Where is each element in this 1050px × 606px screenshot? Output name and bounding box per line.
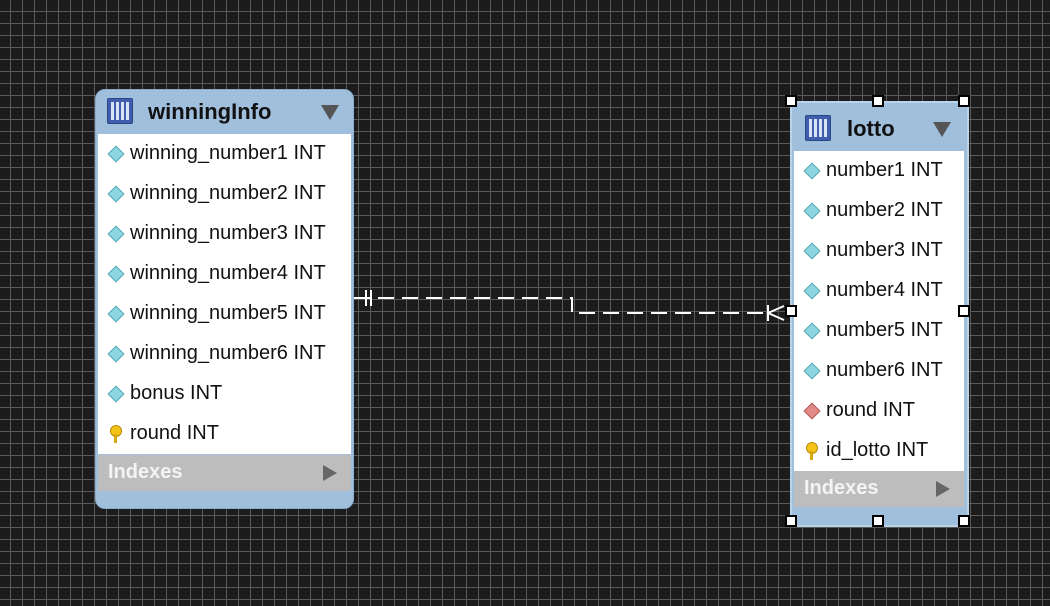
collapse-arrow-icon[interactable] — [933, 122, 951, 137]
resize-handle-top-left[interactable] — [785, 95, 797, 107]
primary-key-icon — [109, 425, 122, 443]
relationship-path — [354, 297, 768, 314]
column-row[interactable]: number1 INT — [794, 151, 964, 191]
column-label: winning_number3 INT — [130, 222, 326, 244]
diamond-icon — [107, 265, 125, 283]
column-label: winning_number5 INT — [130, 302, 326, 324]
column-label: number4 INT — [826, 279, 943, 301]
column-label: round INT — [826, 399, 915, 421]
expand-arrow-icon[interactable] — [936, 481, 950, 497]
resize-handle-left[interactable] — [785, 305, 797, 317]
column-label: number2 INT — [826, 199, 943, 221]
column-row[interactable]: winning_number4 INT — [98, 254, 351, 294]
table-title: winningInfo — [148, 99, 272, 124]
column-row[interactable]: winning_number2 INT — [98, 174, 351, 214]
column-row[interactable]: winning_number5 INT — [98, 294, 351, 334]
table-header[interactable]: winningInfo — [96, 90, 353, 132]
table-title: lotto — [847, 116, 895, 141]
diamond-icon — [107, 185, 125, 203]
column-row[interactable]: number4 INT — [794, 271, 964, 311]
column-row[interactable]: bonus INT — [98, 374, 351, 414]
column-row[interactable]: winning_number6 INT — [98, 334, 351, 374]
column-label: winning_number2 INT — [130, 182, 326, 204]
column-label: number5 INT — [826, 319, 943, 341]
diamond-icon — [803, 362, 821, 380]
column-label: bonus INT — [130, 382, 223, 404]
diamond-icon — [803, 162, 821, 180]
column-row[interactable]: round INT — [794, 391, 964, 431]
diamond-icon — [107, 225, 125, 243]
column-row[interactable]: round INT — [98, 414, 351, 454]
diamond-icon — [107, 145, 125, 163]
column-row[interactable]: number2 INT — [794, 191, 964, 231]
column-row[interactable]: number6 INT — [794, 351, 964, 391]
resize-handle-bottom-right[interactable] — [958, 515, 970, 527]
resize-handle-bottom-left[interactable] — [785, 515, 797, 527]
diagram-canvas[interactable]: winningInfo winning_number1 INT winning_… — [0, 0, 1050, 606]
expand-arrow-icon[interactable] — [323, 465, 337, 481]
indexes-section[interactable]: Indexes — [794, 471, 964, 507]
diamond-icon — [803, 202, 821, 220]
indexes-label: Indexes — [804, 477, 879, 499]
diamond-icon — [107, 385, 125, 403]
resize-handle-top[interactable] — [872, 95, 884, 107]
column-row[interactable]: number3 INT — [794, 231, 964, 271]
many-marker — [767, 312, 785, 321]
diamond-icon — [107, 305, 125, 323]
column-row[interactable]: id_lotto INT — [794, 431, 964, 471]
many-marker — [767, 305, 785, 314]
column-label: number6 INT — [826, 359, 943, 381]
table-winninginfo[interactable]: winningInfo winning_number1 INT winning_… — [95, 89, 354, 509]
column-label: number1 INT — [826, 159, 943, 181]
table-icon — [805, 115, 831, 141]
diamond-icon — [803, 242, 821, 260]
column-label: number3 INT — [826, 239, 943, 261]
column-row[interactable]: winning_number1 INT — [98, 134, 351, 174]
column-label: id_lotto INT — [826, 439, 929, 461]
column-label: winning_number4 INT — [130, 262, 326, 284]
table-icon — [107, 98, 133, 124]
diamond-icon — [803, 282, 821, 300]
diamond-icon — [803, 322, 821, 340]
column-label: winning_number1 INT — [130, 142, 326, 164]
resize-handle-right[interactable] — [958, 305, 970, 317]
column-row[interactable]: number5 INT — [794, 311, 964, 351]
collapse-arrow-icon[interactable] — [321, 105, 339, 120]
table-lotto[interactable]: lotto number1 INT number2 INT number3 IN… — [790, 101, 969, 527]
primary-key-icon — [805, 442, 818, 460]
foreign-key-icon — [803, 402, 821, 420]
resize-handle-top-right[interactable] — [958, 95, 970, 107]
column-label: winning_number6 INT — [130, 342, 326, 364]
diamond-icon — [107, 345, 125, 363]
indexes-label: Indexes — [108, 461, 183, 483]
table-header[interactable]: lotto — [792, 105, 967, 147]
resize-handle-bottom[interactable] — [872, 515, 884, 527]
column-list: winning_number1 INT winning_number2 INT … — [98, 134, 351, 454]
column-row[interactable]: winning_number3 INT — [98, 214, 351, 254]
indexes-section[interactable]: Indexes — [98, 455, 351, 491]
column-label: round INT — [130, 422, 219, 444]
column-list: number1 INT number2 INT number3 INT numb… — [794, 151, 964, 471]
